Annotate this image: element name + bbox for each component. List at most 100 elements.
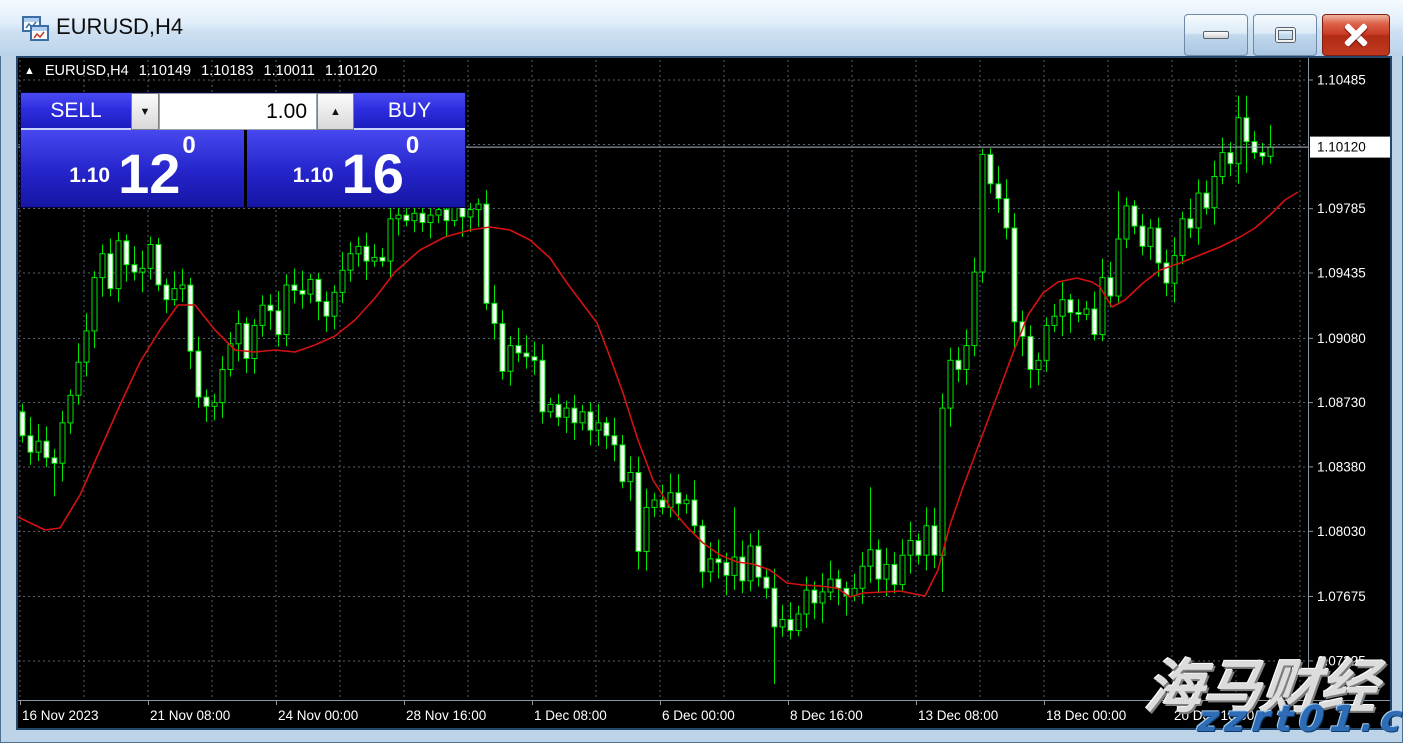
candle-body <box>412 213 417 220</box>
candle-body <box>372 257 377 261</box>
candlestick <box>276 291 281 347</box>
candle-body <box>900 555 905 584</box>
candle-body <box>124 241 129 265</box>
candlestick <box>508 336 513 386</box>
candlestick <box>316 273 321 320</box>
buy-price-panel[interactable]: 1.10 16 0 <box>247 130 465 207</box>
close-button[interactable] <box>1322 14 1390 56</box>
candle-body <box>820 592 825 603</box>
candle-body <box>684 500 689 504</box>
candlestick <box>932 508 937 569</box>
candlestick <box>1244 96 1249 173</box>
candle-body <box>84 331 89 362</box>
buy-price-point: 0 <box>406 132 419 160</box>
candlestick <box>868 487 873 583</box>
candlestick <box>420 207 425 232</box>
time-axis[interactable]: 16 Nov 202321 Nov 08:0024 Nov 00:0028 No… <box>21 700 1255 723</box>
candle-body <box>396 215 401 219</box>
candle-body <box>276 311 281 335</box>
candle-body <box>1068 300 1073 313</box>
candlestick <box>740 541 745 594</box>
candlestick <box>308 274 313 303</box>
window-titlebar[interactable]: EURUSD,H4 <box>0 0 1403 56</box>
candlestick <box>756 530 761 587</box>
moving-average-line <box>18 192 1298 597</box>
price-axis[interactable]: 1.104851.097851.094351.090801.087301.083… <box>1308 73 1390 669</box>
candlestick <box>1084 301 1089 320</box>
candlestick <box>748 533 753 591</box>
candle-body <box>1116 239 1121 296</box>
candle-body <box>740 557 745 581</box>
candlestick <box>996 166 1001 213</box>
candle-body <box>1012 228 1017 322</box>
candle-body <box>1196 193 1201 228</box>
candle-body <box>188 285 193 351</box>
candle-body <box>524 353 529 357</box>
candlestick <box>972 258 977 357</box>
candlestick <box>812 581 817 619</box>
volume-dropdown-button[interactable]: ▼ <box>131 93 159 130</box>
candle-body <box>892 564 897 584</box>
candle-body <box>1268 147 1273 156</box>
restore-button[interactable] <box>1253 14 1317 56</box>
sell-price-base: 1.10 <box>69 164 110 188</box>
candle-body <box>796 614 801 631</box>
candle-body <box>28 436 33 453</box>
candlestick <box>1124 197 1129 248</box>
price-axis-label: 1.09435 <box>1317 266 1366 281</box>
candle-body <box>908 541 913 556</box>
candlestick <box>628 456 633 501</box>
price-axis-label: 1.10485 <box>1317 73 1366 88</box>
candle-body <box>1028 336 1033 369</box>
candle-body <box>1204 193 1209 208</box>
candlestick <box>428 203 433 239</box>
time-axis-label: 21 Nov 08:00 <box>150 708 230 723</box>
time-axis-label: 24 Nov 00:00 <box>278 708 358 723</box>
candlestick <box>596 404 601 446</box>
candle-body <box>1220 153 1225 177</box>
volume-increase-button[interactable]: ▲ <box>317 93 354 130</box>
candlestick <box>92 271 97 348</box>
candle-body <box>1084 309 1089 315</box>
candle-body <box>724 563 729 576</box>
candlestick <box>268 294 273 330</box>
volume-input[interactable] <box>159 93 317 130</box>
candle-body <box>628 473 633 482</box>
candlestick <box>1148 219 1153 259</box>
candlestick <box>524 335 529 368</box>
candle-body <box>932 526 937 555</box>
candle-body <box>532 357 537 361</box>
candlestick <box>612 418 617 462</box>
candlestick <box>140 251 145 293</box>
candle-body <box>340 270 345 292</box>
candlestick <box>780 605 785 637</box>
candlestick <box>204 389 209 422</box>
candlestick <box>684 495 689 514</box>
candlestick <box>668 474 673 518</box>
chart-ohlc-header: ▲ EURUSD,H4 1.10149 1.10183 1.10011 1.10… <box>24 63 377 79</box>
price-axis-label: 1.07325 <box>1317 653 1366 668</box>
candlestick <box>332 285 337 329</box>
candle-body <box>788 620 793 631</box>
buy-button[interactable]: BUY <box>354 93 465 130</box>
candlestick <box>788 602 793 639</box>
candle-body <box>612 436 617 445</box>
candlestick <box>916 533 921 564</box>
candlestick <box>532 342 537 375</box>
collapse-trade-panel-icon[interactable]: ▲ <box>24 65 35 77</box>
candlestick <box>156 238 161 291</box>
candlestick <box>60 411 65 482</box>
candlestick <box>1180 212 1185 265</box>
candlestick <box>948 348 953 427</box>
candlestick <box>644 489 649 571</box>
sell-price-panel[interactable]: 1.10 12 0 <box>21 130 244 207</box>
candle-body <box>468 210 473 217</box>
sell-button[interactable]: SELL <box>21 93 131 130</box>
candlestick <box>692 480 697 533</box>
candlestick <box>44 426 49 467</box>
candlestick <box>76 343 81 405</box>
candlestick <box>884 548 889 597</box>
minimize-button[interactable] <box>1184 14 1248 56</box>
candlestick <box>180 269 185 302</box>
chevron-up-icon: ▲ <box>330 106 341 118</box>
